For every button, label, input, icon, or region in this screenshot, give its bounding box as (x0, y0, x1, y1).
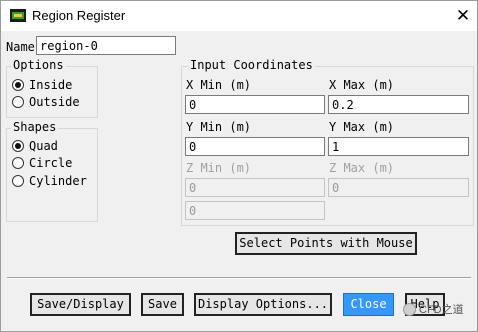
x-max-label: X Max (m) (329, 78, 395, 92)
options-group-title: Options (11, 58, 66, 72)
y-min-input[interactable]: 0 (185, 137, 325, 156)
z-min-input: 0 (185, 178, 325, 197)
z-max-label: Z Max (m) (329, 161, 395, 175)
wechat-icon (403, 302, 416, 316)
shape-circle-label: Circle (29, 156, 73, 170)
x-min-label: X Min (m) (186, 78, 252, 92)
close-button[interactable]: Close (343, 293, 394, 316)
display-options-button[interactable]: Display Options... (194, 293, 332, 316)
watermark: CFD之道 (403, 301, 464, 317)
z-min-label: Z Min (m) (186, 161, 252, 175)
fluent-app-icon (10, 9, 26, 22)
select-points-with-mouse-button[interactable]: Select Points with Mouse (235, 232, 417, 255)
shape-circle-radio[interactable]: Circle (12, 156, 72, 170)
x-min-input[interactable]: 0 (185, 95, 325, 114)
radio-selected-indicator (12, 79, 24, 91)
dialog-body: Name region-0 Options Inside Outside Sha… (1, 31, 477, 331)
watermark-text: CFD之道 (419, 304, 464, 316)
separator (7, 277, 471, 279)
x-max-input[interactable]: 0.2 (328, 95, 469, 114)
region-register-dialog: Region Register ✕ Name region-0 Options … (0, 0, 478, 332)
option-outside-radio[interactable]: Outside (12, 95, 80, 109)
input-coordinates-title: Input Coordinates (188, 58, 315, 72)
radius-input: 0 (185, 201, 325, 220)
title-bar: Region Register ✕ (1, 1, 477, 31)
y-min-label: Y Min (m) (186, 120, 252, 134)
y-max-label: Y Max (m) (329, 120, 395, 134)
shape-cylinder-label: Cylinder (29, 174, 87, 188)
shape-cylinder-radio[interactable]: Cylinder (12, 174, 87, 188)
radio-selected-indicator (12, 140, 24, 152)
y-max-input[interactable]: 1 (328, 137, 469, 156)
options-group: Options (6, 58, 98, 118)
save-display-button[interactable]: Save/Display (30, 293, 131, 316)
radio-unselected-indicator (12, 175, 24, 187)
option-inside-radio[interactable]: Inside (12, 78, 72, 92)
name-input[interactable]: region-0 (36, 36, 176, 55)
z-max-input: 0 (328, 178, 469, 197)
name-label: Name (6, 40, 35, 54)
close-icon[interactable]: ✕ (453, 6, 473, 26)
radio-unselected-indicator (12, 157, 24, 169)
shape-quad-radio[interactable]: Quad (12, 139, 58, 153)
shapes-group-title: Shapes (11, 120, 59, 134)
window-title: Region Register (32, 8, 126, 23)
radio-unselected-indicator (12, 96, 24, 108)
option-outside-label: Outside (29, 95, 80, 109)
save-button[interactable]: Save (141, 293, 184, 316)
shape-quad-label: Quad (29, 139, 58, 153)
option-inside-label: Inside (29, 78, 73, 92)
